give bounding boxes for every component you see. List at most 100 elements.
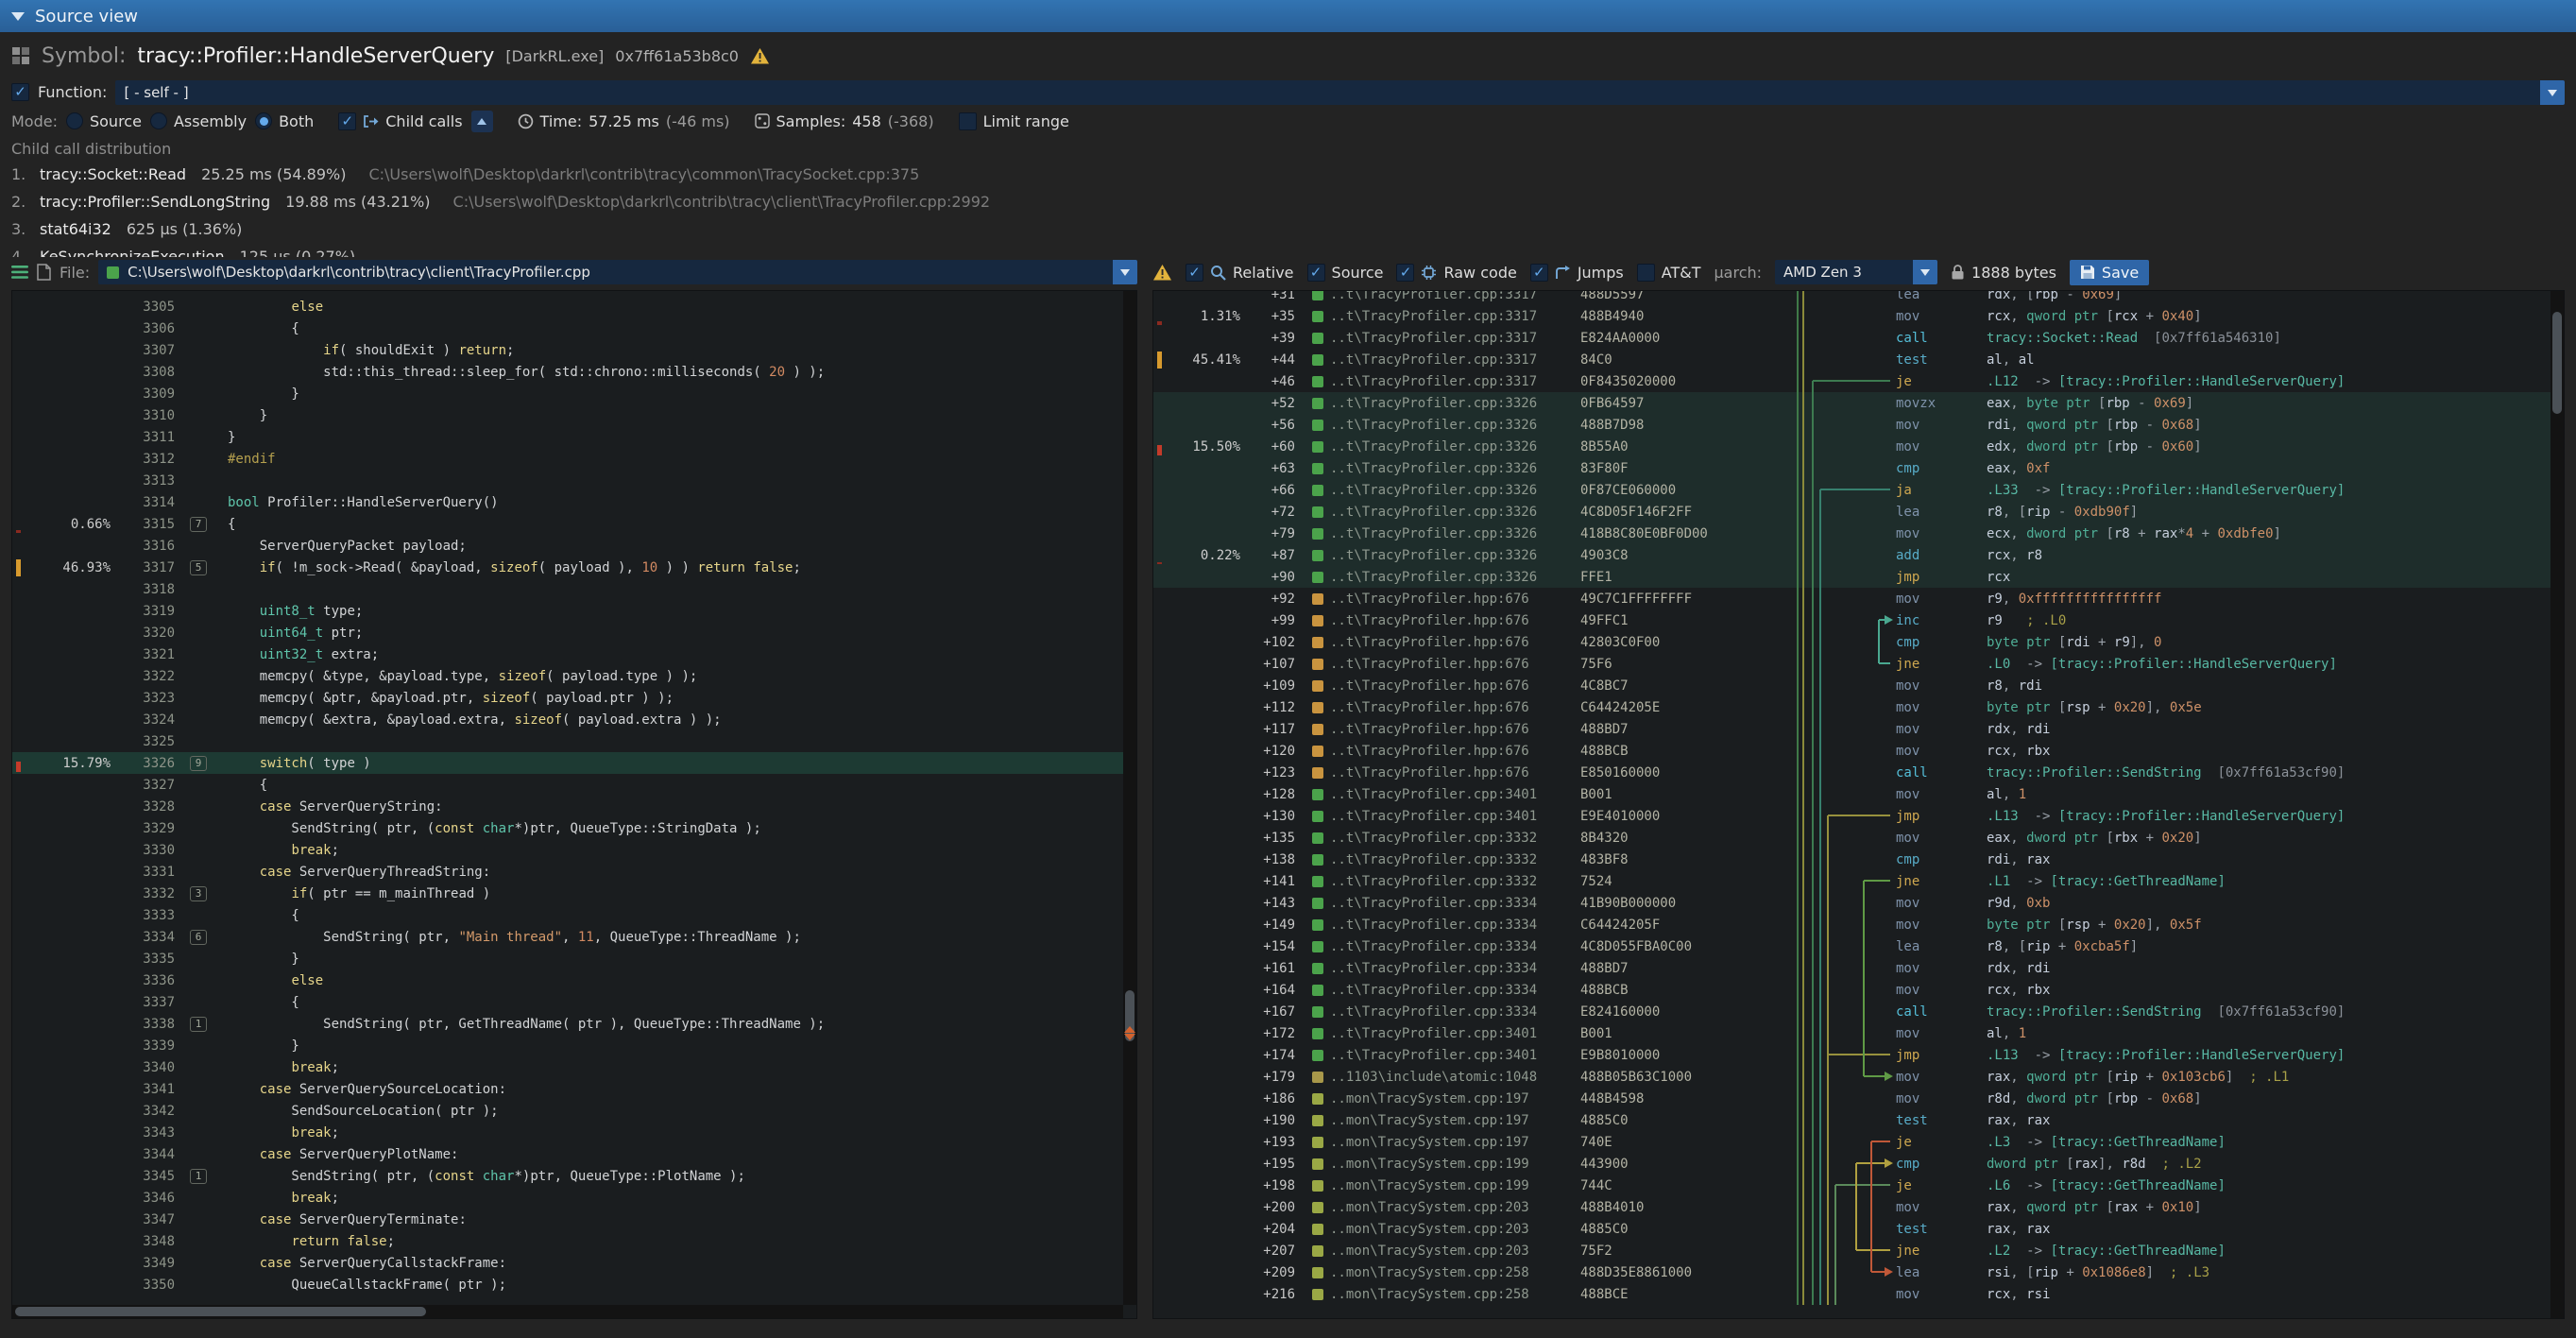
asm-source-ref[interactable]: ..t\TracyProfiler.cpp:3317 bbox=[1308, 309, 1580, 324]
source-line[interactable]: 3336 else bbox=[12, 969, 1123, 991]
asm-link-marker[interactable]: 9 bbox=[175, 756, 222, 771]
source-line[interactable]: 3339 } bbox=[12, 1035, 1123, 1056]
save-button[interactable]: Save bbox=[2070, 260, 2149, 285]
child-call-item[interactable]: 1.tracy::Socket::Read25.25 ms (54.89%)C:… bbox=[11, 161, 2565, 188]
asm-source-ref[interactable]: ..mon\TracySystem.cpp:199 bbox=[1308, 1178, 1580, 1193]
asm-source-ref[interactable]: ..t\TracyProfiler.cpp:3332 bbox=[1308, 831, 1580, 846]
child-call-item[interactable]: 2.tracy::Profiler::SendLongString19.88 m… bbox=[11, 188, 2565, 215]
asm-link-count[interactable]: 1 bbox=[190, 1169, 207, 1184]
asm-row[interactable]: +72..t\TracyProfiler.cpp:33264C8D05F146F… bbox=[1153, 501, 2550, 523]
asm-row[interactable]: +161..t\TracyProfiler.cpp:3334488BD7movr… bbox=[1153, 957, 2550, 979]
asm-source-ref[interactable]: ..t\TracyProfiler.cpp:3401 bbox=[1308, 1026, 1580, 1041]
source-line[interactable]: 33346 SendString( ptr, "Main thread", 11… bbox=[12, 926, 1123, 948]
source-files-icon[interactable] bbox=[11, 266, 28, 279]
source-line[interactable]: 33323 if( ptr == m_mainThread ) bbox=[12, 883, 1123, 904]
source-line[interactable]: 0.66%33157{ bbox=[12, 513, 1123, 535]
asm-source-ref[interactable]: ..t\TracyProfiler.hpp:676 bbox=[1308, 765, 1580, 780]
asm-link-count[interactable]: 6 bbox=[190, 930, 207, 945]
source-line[interactable]: 3305 else bbox=[12, 296, 1123, 317]
source-line[interactable]: 3344 case ServerQueryPlotName: bbox=[12, 1143, 1123, 1165]
asm-row[interactable]: +56..t\TracyProfiler.cpp:3326488B7D98mov… bbox=[1153, 414, 2550, 436]
asm-source-ref[interactable]: ..t\TracyProfiler.cpp:3401 bbox=[1308, 809, 1580, 824]
chevron-down-icon[interactable] bbox=[2540, 80, 2565, 105]
asm-source-ref[interactable]: ..t\TracyProfiler.cpp:3326 bbox=[1308, 461, 1580, 476]
asm-row[interactable]: +186..mon\TracySystem.cpp:197448B4598mov… bbox=[1153, 1088, 2550, 1109]
source-line[interactable]: 3349 case ServerQueryCallstackFrame: bbox=[12, 1252, 1123, 1274]
asm-row[interactable]: +107..t\TracyProfiler.hpp:67675F6jne.L0 … bbox=[1153, 653, 2550, 675]
scrollbar-thumb[interactable] bbox=[2552, 312, 2562, 415]
asm-source-ref[interactable]: ..t\TracyProfiler.cpp:3326 bbox=[1308, 505, 1580, 520]
asm-link-marker[interactable]: 3 bbox=[175, 886, 222, 901]
asm-source-ref[interactable]: ..t\TracyProfiler.cpp:3317 bbox=[1308, 352, 1580, 368]
chevron-down-icon[interactable] bbox=[1113, 260, 1137, 284]
asm-row[interactable]: +123..t\TracyProfiler.hpp:676E850160000c… bbox=[1153, 762, 2550, 783]
asm-source-ref[interactable]: ..t\TracyProfiler.hpp:676 bbox=[1308, 635, 1580, 650]
asm-source-ref[interactable]: ..1103\include\atomic:1048 bbox=[1308, 1070, 1580, 1085]
mode-radio-source[interactable]: Source bbox=[66, 112, 142, 130]
asm-row[interactable]: +99..t\TracyProfiler.hpp:67649FFC1incr9 … bbox=[1153, 609, 2550, 631]
asm-source-ref[interactable]: ..t\TracyProfiler.cpp:3326 bbox=[1308, 526, 1580, 541]
assembly-vertical-scrollbar[interactable] bbox=[2550, 291, 2564, 1318]
child-call-item[interactable]: 4.KeSynchronizeExecution125 μs (0.27%) bbox=[11, 243, 2565, 257]
asm-row[interactable]: +117..t\TracyProfiler.hpp:676488BD7movrd… bbox=[1153, 718, 2550, 740]
asm-row[interactable]: 1.31%+35..t\TracyProfiler.cpp:3317488B49… bbox=[1153, 305, 2550, 327]
asm-source-ref[interactable]: ..mon\TracySystem.cpp:197 bbox=[1308, 1135, 1580, 1150]
asm-source-ref[interactable]: ..t\TracyProfiler.cpp:3332 bbox=[1308, 852, 1580, 867]
source-line[interactable]: 3320 uint64_t ptr; bbox=[12, 622, 1123, 643]
asm-source-ref[interactable]: ..mon\TracySystem.cpp:258 bbox=[1308, 1287, 1580, 1302]
asm-row[interactable]: +164..t\TracyProfiler.cpp:3334488BCBmovr… bbox=[1153, 979, 2550, 1001]
asm-row[interactable]: +190..mon\TracySystem.cpp:1974885C0testr… bbox=[1153, 1109, 2550, 1131]
jumps-checkbox[interactable] bbox=[1530, 264, 1548, 282]
asm-source-ref[interactable]: ..t\TracyProfiler.hpp:676 bbox=[1308, 744, 1580, 759]
source-line[interactable]: 3308 std::this_thread::sleep_for( std::c… bbox=[12, 361, 1123, 383]
asm-row[interactable]: +200..mon\TracySystem.cpp:203488B4010mov… bbox=[1153, 1196, 2550, 1218]
asm-row[interactable]: +52..t\TracyProfiler.cpp:33260FB64597mov… bbox=[1153, 392, 2550, 414]
source-line[interactable]: 46.93%33175 if( !m_sock->Read( &payload,… bbox=[12, 557, 1123, 578]
uarch-select[interactable]: AMD Zen 3 bbox=[1775, 260, 1937, 284]
radio-icon[interactable] bbox=[255, 112, 272, 129]
asm-link-count[interactable]: 7 bbox=[190, 517, 207, 532]
asm-row[interactable]: +130..t\TracyProfiler.cpp:3401E9E4010000… bbox=[1153, 805, 2550, 827]
asm-source-ref[interactable]: ..mon\TracySystem.cpp:203 bbox=[1308, 1200, 1580, 1215]
relative-checkbox[interactable] bbox=[1186, 264, 1203, 282]
asm-row[interactable]: +195..mon\TracySystem.cpp:199443900cmpdw… bbox=[1153, 1153, 2550, 1175]
child-calls-checkbox[interactable] bbox=[338, 112, 356, 130]
limit-range-checkbox[interactable] bbox=[959, 112, 977, 130]
relative-toggle[interactable]: Relative bbox=[1186, 264, 1294, 282]
function-select[interactable]: [ - self - ] bbox=[115, 80, 2565, 105]
source-line[interactable]: 3333 { bbox=[12, 904, 1123, 926]
jumps-toggle[interactable]: Jumps bbox=[1530, 264, 1624, 282]
asm-source-ref[interactable]: ..t\TracyProfiler.cpp:3334 bbox=[1308, 939, 1580, 954]
asm-source-ref[interactable]: ..t\TracyProfiler.cpp:3317 bbox=[1308, 374, 1580, 389]
asm-row[interactable]: +135..t\TracyProfiler.cpp:33328B4320move… bbox=[1153, 827, 2550, 849]
source-line[interactable]: 3310 } bbox=[12, 404, 1123, 426]
asm-link-marker[interactable]: 6 bbox=[175, 930, 222, 945]
source-line[interactable]: 3314bool Profiler::HandleServerQuery() bbox=[12, 491, 1123, 513]
radio-icon[interactable] bbox=[150, 112, 167, 129]
asm-source-ref[interactable]: ..t\TracyProfiler.hpp:676 bbox=[1308, 592, 1580, 607]
source-line[interactable]: 3340 break; bbox=[12, 1056, 1123, 1078]
raw-code-checkbox[interactable] bbox=[1396, 264, 1414, 282]
source-line[interactable]: 3318 bbox=[12, 578, 1123, 600]
asm-source-ref[interactable]: ..mon\TracySystem.cpp:203 bbox=[1308, 1244, 1580, 1259]
source-line[interactable]: 3341 case ServerQuerySourceLocation: bbox=[12, 1078, 1123, 1100]
scrollbar-thumb[interactable] bbox=[15, 1307, 426, 1316]
mode-radio-assembly[interactable]: Assembly bbox=[150, 112, 247, 130]
source-line[interactable]: 3346 break; bbox=[12, 1187, 1123, 1209]
asm-row[interactable]: +120..t\TracyProfiler.hpp:676488BCBmovrc… bbox=[1153, 740, 2550, 762]
asm-source-ref[interactable]: ..t\TracyProfiler.cpp:3326 bbox=[1308, 548, 1580, 563]
source-line[interactable]: 3316 ServerQueryPacket payload; bbox=[12, 535, 1123, 557]
file-select[interactable]: C:\Users\wolf\Desktop\darkrl\contrib\tra… bbox=[98, 260, 1137, 284]
source-line[interactable]: 3321 uint32_t extra; bbox=[12, 643, 1123, 665]
asm-row[interactable]: +66..t\TracyProfiler.cpp:33260F87CE06000… bbox=[1153, 479, 2550, 501]
asm-row[interactable]: +92..t\TracyProfiler.hpp:67649C7C1FFFFFF… bbox=[1153, 588, 2550, 609]
asm-row[interactable]: +46..t\TracyProfiler.cpp:33170F843502000… bbox=[1153, 370, 2550, 392]
asm-source-ref[interactable]: ..t\TracyProfiler.cpp:3334 bbox=[1308, 961, 1580, 976]
asm-row[interactable]: +112..t\TracyProfiler.hpp:676C64424205Em… bbox=[1153, 696, 2550, 718]
asm-link-count[interactable]: 1 bbox=[190, 1017, 207, 1032]
asm-row[interactable]: +141..t\TracyProfiler.cpp:33327524jne.L1… bbox=[1153, 870, 2550, 892]
asm-link-marker[interactable]: 1 bbox=[175, 1017, 222, 1032]
asm-source-ref[interactable]: ..t\TracyProfiler.hpp:676 bbox=[1308, 722, 1580, 737]
chevron-down-icon[interactable] bbox=[1913, 260, 1937, 284]
source-horizontal-scrollbar[interactable] bbox=[12, 1305, 1123, 1318]
